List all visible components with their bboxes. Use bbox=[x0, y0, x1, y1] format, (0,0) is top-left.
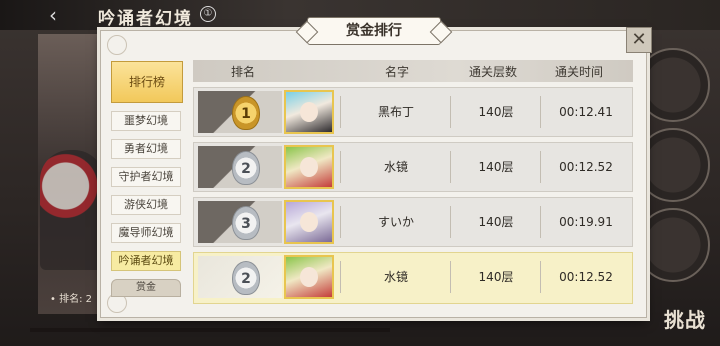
rank-cell: 1 bbox=[198, 91, 282, 133]
rank-badge-icon: 1 bbox=[232, 96, 260, 130]
player-avatar[interactable] bbox=[284, 200, 334, 244]
tab-mage[interactable]: 魔导师幻境 bbox=[111, 223, 181, 243]
cell-divider bbox=[340, 261, 341, 293]
cell-divider bbox=[340, 96, 341, 128]
header-rank: 排名 bbox=[231, 65, 256, 79]
player-avatar[interactable] bbox=[284, 90, 334, 134]
ranking-table: 排名 名字 通关层数 通关时间 1 黑布丁 140层 00:12.41 2 水镜 bbox=[193, 60, 633, 304]
tab-nightmare[interactable]: 噩梦幻境 bbox=[111, 111, 181, 131]
clear-time: 00:12.52 bbox=[559, 160, 613, 174]
tab-leaderboard[interactable]: 排行榜 bbox=[111, 61, 183, 103]
avatar-face bbox=[300, 157, 318, 177]
stage-node[interactable] bbox=[636, 208, 710, 282]
cell-divider bbox=[450, 206, 451, 238]
tab-brave[interactable]: 勇者幻境 bbox=[111, 139, 181, 159]
close-button[interactable]: ✕ bbox=[626, 27, 652, 53]
cell-divider bbox=[340, 151, 341, 183]
stage-node[interactable] bbox=[636, 48, 710, 122]
screen-title: 吟诵者幻境 bbox=[98, 9, 193, 29]
rank-badge-icon: 3 bbox=[232, 206, 260, 240]
dialog-title: 赏金排行 bbox=[307, 17, 441, 45]
corner-ornament-icon bbox=[107, 35, 127, 55]
table-row[interactable]: 3 すいか 140层 00:19.91 bbox=[193, 197, 633, 247]
clear-time: 00:12.52 bbox=[559, 270, 613, 284]
floors-cleared: 140层 bbox=[478, 215, 514, 229]
category-tabs: 排行榜 噩梦幻境 勇者幻境 守护者幻境 游侠幻境 魔导师幻境 吟诵者幻境 赏金 bbox=[111, 61, 185, 297]
rank-cell: 2 bbox=[198, 256, 282, 298]
table-row[interactable]: 1 黑布丁 140层 00:12.41 bbox=[193, 87, 633, 137]
leaderboard-dialog: 赏金排行 ✕ 排行榜 噩梦幻境 勇者幻境 守护者幻境 游侠幻境 魔导师幻境 吟诵… bbox=[100, 17, 652, 318]
tab-ranger[interactable]: 游侠幻境 bbox=[111, 195, 181, 215]
avatar-face bbox=[300, 267, 318, 287]
info-icon[interactable]: ① bbox=[200, 6, 216, 22]
cell-divider bbox=[450, 261, 451, 293]
header-time: 通关时间 bbox=[555, 65, 604, 79]
my-rank-row[interactable]: 2 水镜 140层 00:12.52 bbox=[193, 252, 633, 304]
back-arrow-icon[interactable]: ‹ bbox=[40, 4, 66, 26]
player-name: 水镜 bbox=[383, 270, 408, 284]
cell-divider bbox=[540, 151, 541, 183]
player-avatar[interactable] bbox=[284, 145, 334, 189]
stage-node[interactable] bbox=[636, 128, 710, 202]
cell-divider bbox=[540, 261, 541, 293]
table-header: 排名 名字 通关层数 通关时间 bbox=[193, 60, 633, 82]
cell-divider bbox=[450, 151, 451, 183]
challenge-button[interactable]: 挑战 bbox=[664, 304, 706, 333]
cell-divider bbox=[540, 96, 541, 128]
header-name: 名字 bbox=[385, 65, 410, 79]
table-row[interactable]: 2 水镜 140层 00:12.52 bbox=[193, 142, 633, 192]
player-name: 水镜 bbox=[383, 160, 408, 174]
clear-time: 00:19.91 bbox=[559, 215, 613, 229]
cell-divider bbox=[540, 206, 541, 238]
floors-cleared: 140层 bbox=[478, 270, 514, 284]
player-name: すいか bbox=[377, 215, 414, 229]
floors-cleared: 140层 bbox=[478, 160, 514, 174]
rank-label: • 排名: 2 bbox=[50, 294, 92, 305]
avatar-face bbox=[300, 102, 318, 122]
rank-cell: 2 bbox=[198, 146, 282, 188]
header-floors: 通关层数 bbox=[469, 65, 518, 79]
cell-divider bbox=[340, 206, 341, 238]
rank-cell: 3 bbox=[198, 201, 282, 243]
tab-bounty[interactable]: 赏金 bbox=[111, 279, 181, 297]
avatar-face bbox=[300, 212, 318, 232]
cell-divider bbox=[450, 96, 451, 128]
bottom-divider bbox=[30, 328, 390, 332]
rank-badge-icon: 2 bbox=[232, 261, 260, 295]
tab-chanter[interactable]: 吟诵者幻境 bbox=[111, 251, 181, 271]
player-avatar[interactable] bbox=[284, 255, 334, 299]
character-portrait bbox=[40, 150, 104, 270]
rank-badge-icon: 2 bbox=[232, 151, 260, 185]
clear-time: 00:12.41 bbox=[559, 105, 613, 119]
floors-cleared: 140层 bbox=[478, 105, 514, 119]
player-name: 黑布丁 bbox=[377, 105, 414, 119]
tab-guardian[interactable]: 守护者幻境 bbox=[111, 167, 181, 187]
